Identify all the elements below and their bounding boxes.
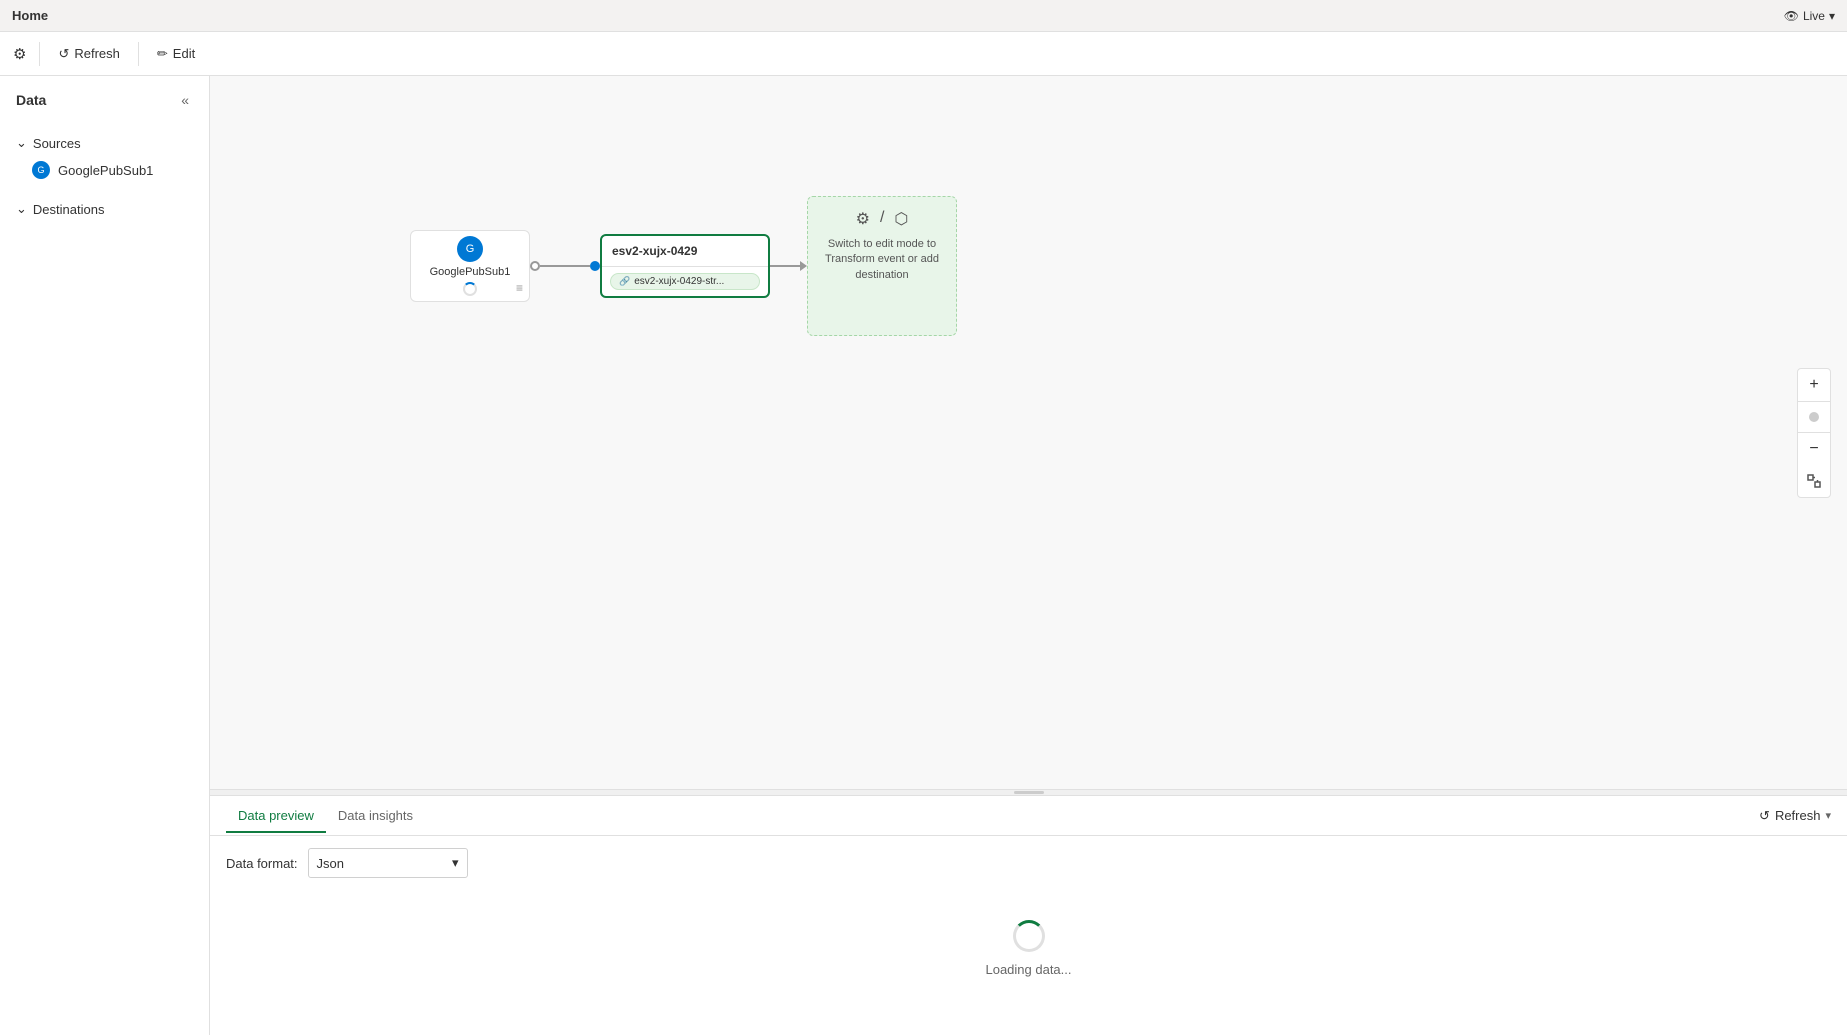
- source-icon: G: [32, 161, 50, 179]
- data-format-select[interactable]: Json ▾: [308, 848, 468, 878]
- link-icon: 🔗: [619, 276, 630, 287]
- loading-spinner-node: [463, 282, 477, 296]
- toolbar-divider: [39, 42, 40, 66]
- dest-icons: ⚙ / ⬡: [856, 209, 909, 229]
- zoom-in-button[interactable]: +: [1798, 369, 1830, 401]
- refresh-button[interactable]: ↺ Refresh: [48, 41, 129, 67]
- chevron-down-icon: ⌄: [16, 135, 27, 151]
- canvas-area: G GooglePubSub1 ≡ esv2-xujx-0429: [210, 76, 1847, 1035]
- loading-spinner: [1013, 920, 1045, 952]
- zoom-indicator: [1798, 401, 1830, 433]
- stream-chip-label: esv2-xujx-0429-str...: [634, 276, 724, 287]
- sidebar-title: Data: [16, 92, 46, 108]
- sources-header[interactable]: ⌄ Sources: [0, 130, 209, 156]
- bottom-refresh-button[interactable]: ↺ Refresh ▾: [1759, 808, 1831, 824]
- live-label: Live: [1803, 9, 1825, 23]
- chevron-down-icon-dest: ⌄: [16, 201, 27, 217]
- gear-icon-dest: ⚙: [856, 209, 870, 229]
- bottom-panel-content: Data format: Json ▾ Loading data...: [210, 836, 1847, 1035]
- connector-line-1: [540, 265, 590, 267]
- sidebar: Data « ⌄ Sources G GooglePubSub1 ⌄ Desti…: [0, 76, 210, 1035]
- destinations-section: ⌄ Destinations: [0, 190, 209, 228]
- stream-node-title: esv2-xujx-0429: [612, 244, 697, 258]
- live-indicator[interactable]: 👁 Live ▾: [1784, 9, 1835, 23]
- flow-diagram: G GooglePubSub1 ≡ esv2-xujx-0429: [410, 196, 957, 336]
- hamburger-icon: ≡: [516, 281, 523, 295]
- edit-label: Edit: [173, 46, 195, 61]
- collapse-sidebar-button[interactable]: «: [177, 90, 193, 110]
- tab-data-preview-label: Data preview: [238, 808, 314, 823]
- zoom-out-button[interactable]: −: [1798, 433, 1830, 465]
- data-format-value: Json: [317, 856, 344, 871]
- export-icon: ⬡: [894, 209, 908, 229]
- dest-hint-text: Switch to edit mode to Transform event o…: [818, 237, 946, 283]
- tab-data-preview[interactable]: Data preview: [226, 800, 326, 833]
- loading-text: Loading data...: [985, 962, 1071, 977]
- connector-1: [530, 261, 600, 271]
- edit-button[interactable]: ✏ Edit: [147, 41, 205, 67]
- destinations-header[interactable]: ⌄ Destinations: [0, 196, 209, 222]
- bottom-chevron-icon: ▾: [1825, 809, 1831, 822]
- arrow-right-icon: [800, 261, 807, 271]
- loading-state: Loading data...: [226, 890, 1831, 1007]
- plus-icon: +: [1809, 376, 1818, 394]
- data-format-label: Data format:: [226, 856, 298, 871]
- data-format-row: Data format: Json ▾: [226, 848, 1831, 878]
- fit-icon: [1806, 473, 1822, 489]
- destination-suggestion-box: ⚙ / ⬡ Switch to edit mode to Transform e…: [807, 196, 957, 336]
- settings-button[interactable]: ⚙: [8, 40, 31, 68]
- bottom-refresh-icon: ↺: [1759, 808, 1770, 824]
- bottom-panel: Data preview Data insights ↺ Refresh ▾ D…: [210, 795, 1847, 1035]
- source-item-label: GooglePubSub1: [58, 163, 153, 178]
- top-bar: Home 👁 Live ▾: [0, 0, 1847, 32]
- source-node[interactable]: G GooglePubSub1 ≡: [410, 230, 530, 302]
- sidebar-header: Data «: [0, 76, 209, 124]
- select-chevron-icon: ▾: [452, 855, 459, 871]
- refresh-label: Refresh: [74, 46, 120, 61]
- eye-icon: 👁: [1784, 9, 1799, 23]
- minus-icon: −: [1809, 440, 1818, 458]
- gear-icon: ⚙: [13, 46, 26, 63]
- resize-dots: [1014, 791, 1044, 794]
- slash-icon: /: [880, 209, 884, 229]
- connector-line-2: [770, 265, 800, 267]
- source-node-label: GooglePubSub1: [430, 266, 511, 278]
- zoom-dot: [1809, 412, 1819, 422]
- connector-2: [770, 261, 807, 271]
- sources-label: Sources: [33, 136, 81, 151]
- app-title: Home: [12, 8, 48, 23]
- stream-chip: 🔗 esv2-xujx-0429-str...: [610, 273, 760, 290]
- refresh-icon: ↺: [58, 46, 69, 62]
- stream-node-header: esv2-xujx-0429: [602, 236, 768, 266]
- edit-icon: ✏: [157, 46, 168, 62]
- connector-dot-left: [530, 261, 540, 271]
- stream-node[interactable]: esv2-xujx-0429 🔗 esv2-xujx-0429-str...: [600, 234, 770, 298]
- destinations-label: Destinations: [33, 202, 105, 217]
- toolbar-divider-2: [138, 42, 139, 66]
- sidebar-item-googlepubsub[interactable]: G GooglePubSub1: [0, 156, 209, 184]
- main-layout: Data « ⌄ Sources G GooglePubSub1 ⌄ Desti…: [0, 76, 1847, 1035]
- zoom-controls: + −: [1797, 368, 1831, 498]
- tab-data-insights[interactable]: Data insights: [326, 800, 425, 833]
- tab-data-insights-label: Data insights: [338, 808, 413, 823]
- connector-dot-right: [590, 261, 600, 271]
- toolbar: ⚙ ↺ Refresh ✏ Edit: [0, 32, 1847, 76]
- source-node-icon: G: [457, 236, 483, 262]
- chevron-down-icon: ▾: [1829, 9, 1835, 23]
- bottom-panel-tabs: Data preview Data insights ↺ Refresh ▾: [210, 796, 1847, 836]
- fit-view-button[interactable]: [1798, 465, 1830, 497]
- collapse-icon: «: [181, 92, 189, 108]
- bottom-refresh-label: Refresh: [1775, 808, 1821, 823]
- stream-node-body: 🔗 esv2-xujx-0429-str...: [602, 266, 768, 296]
- flow-canvas[interactable]: G GooglePubSub1 ≡ esv2-xujx-0429: [210, 76, 1847, 789]
- sources-section: ⌄ Sources G GooglePubSub1: [0, 124, 209, 190]
